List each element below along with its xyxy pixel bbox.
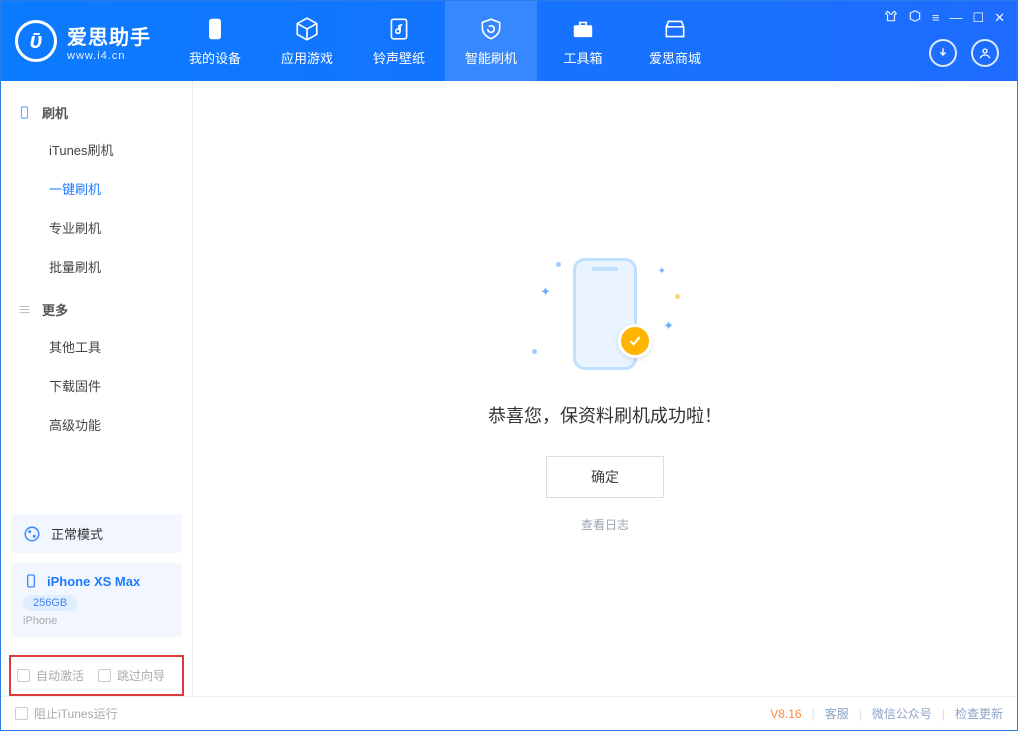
main-content: ✦✦✦ 恭喜您，保资料刷机成功啦！ 确定 查看日志 xyxy=(193,81,1017,696)
mode-card[interactable]: 正常模式 xyxy=(11,514,182,553)
tab-smart-flash[interactable]: 智能刷机 xyxy=(445,1,537,81)
footer-link-check-update[interactable]: 检查更新 xyxy=(955,705,1003,722)
sidebar: 刷机 iTunes刷机 一键刷机 专业刷机 批量刷机 更多 其他工具 下载固件 … xyxy=(1,81,193,696)
cube-small-icon[interactable] xyxy=(908,9,922,26)
app-window: ῡ 爱思助手 www.i4.cn 我的设备 应用游戏 铃声壁纸 智能刷机 xyxy=(0,0,1018,731)
sidebar-item-pro-flash[interactable]: 专业刷机 xyxy=(1,208,192,247)
sidebar-group-more: 更多 xyxy=(1,292,192,327)
sidebar-group-flash: 刷机 xyxy=(1,95,192,130)
window-controls: ≡ ― ☐ ✕ xyxy=(884,9,1005,26)
download-button[interactable] xyxy=(929,39,957,67)
checkbox-icon xyxy=(15,707,28,720)
tab-ringtones-wallpapers[interactable]: 铃声壁纸 xyxy=(353,1,445,81)
device-storage: 256GB xyxy=(23,595,77,611)
minimize-button[interactable]: ― xyxy=(949,10,962,25)
device-card[interactable]: iPhone XS Max 256GB iPhone xyxy=(11,563,182,637)
device-zone: 正常模式 iPhone XS Max 256GB iPhone xyxy=(1,514,192,647)
cube-icon xyxy=(294,16,320,42)
footer-link-support[interactable]: 客服 xyxy=(825,705,849,722)
check-badge-icon xyxy=(618,324,652,358)
mode-icon xyxy=(23,525,41,543)
user-button[interactable] xyxy=(971,39,999,67)
checkbox-block-itunes[interactable]: 阻止iTunes运行 xyxy=(15,705,118,722)
close-button[interactable]: ✕ xyxy=(994,10,1005,26)
list-icon xyxy=(17,302,32,317)
header: ῡ 爱思助手 www.i4.cn 我的设备 应用游戏 铃声壁纸 智能刷机 xyxy=(1,1,1017,81)
device-type: iPhone xyxy=(23,615,170,627)
sidebar-item-onekey-flash[interactable]: 一键刷机 xyxy=(1,169,192,208)
app-name: 爱思助手 xyxy=(67,21,151,50)
logo: ῡ 爱思助手 www.i4.cn xyxy=(1,1,169,81)
device-name: iPhone XS Max xyxy=(47,574,140,589)
view-log-link[interactable]: 查看日志 xyxy=(581,516,629,533)
menu-icon[interactable]: ≡ xyxy=(932,10,940,25)
maximize-button[interactable]: ☐ xyxy=(972,10,984,26)
toolbox-icon xyxy=(570,16,596,42)
sidebar-item-batch-flash[interactable]: 批量刷机 xyxy=(1,247,192,286)
success-illustration: ✦✦✦ xyxy=(520,244,690,384)
tab-toolbox[interactable]: 工具箱 xyxy=(537,1,629,81)
header-actions xyxy=(929,39,999,67)
phone-icon xyxy=(17,105,32,120)
body: 刷机 iTunes刷机 一键刷机 专业刷机 批量刷机 更多 其他工具 下载固件 … xyxy=(1,81,1017,696)
option-row-highlighted: 自动激活 跳过向导 xyxy=(9,655,184,696)
success-message: 恭喜您，保资料刷机成功啦！ xyxy=(488,402,722,428)
footer-link-wechat[interactable]: 微信公众号 xyxy=(872,705,932,722)
device-icon xyxy=(202,16,228,42)
app-url: www.i4.cn xyxy=(67,50,151,62)
sidebar-item-download-firmware[interactable]: 下载固件 xyxy=(1,366,192,405)
music-file-icon xyxy=(386,16,412,42)
mode-label: 正常模式 xyxy=(51,524,103,543)
version-label: V8.16 xyxy=(770,707,801,721)
ok-button[interactable]: 确定 xyxy=(546,456,664,498)
tab-store[interactable]: 爱思商城 xyxy=(629,1,721,81)
header-tabs: 我的设备 应用游戏 铃声壁纸 智能刷机 工具箱 爱思商城 xyxy=(169,1,721,81)
checkbox-auto-activate[interactable]: 自动激活 xyxy=(17,667,84,684)
sidebar-item-other-tools[interactable]: 其他工具 xyxy=(1,327,192,366)
checkbox-icon xyxy=(17,669,30,682)
checkbox-skip-guide[interactable]: 跳过向导 xyxy=(98,667,165,684)
device-phone-icon xyxy=(23,573,39,589)
tab-my-device[interactable]: 我的设备 xyxy=(169,1,261,81)
refresh-shield-icon xyxy=(478,16,504,42)
logo-icon: ῡ xyxy=(15,20,57,62)
sidebar-item-advanced[interactable]: 高级功能 xyxy=(1,405,192,444)
store-icon xyxy=(662,16,688,42)
footer: 阻止iTunes运行 V8.16 | 客服 | 微信公众号 | 检查更新 xyxy=(1,696,1017,730)
checkbox-icon xyxy=(98,669,111,682)
tshirt-icon[interactable] xyxy=(884,9,898,26)
sidebar-item-itunes-flash[interactable]: iTunes刷机 xyxy=(1,130,192,169)
tab-apps-games[interactable]: 应用游戏 xyxy=(261,1,353,81)
